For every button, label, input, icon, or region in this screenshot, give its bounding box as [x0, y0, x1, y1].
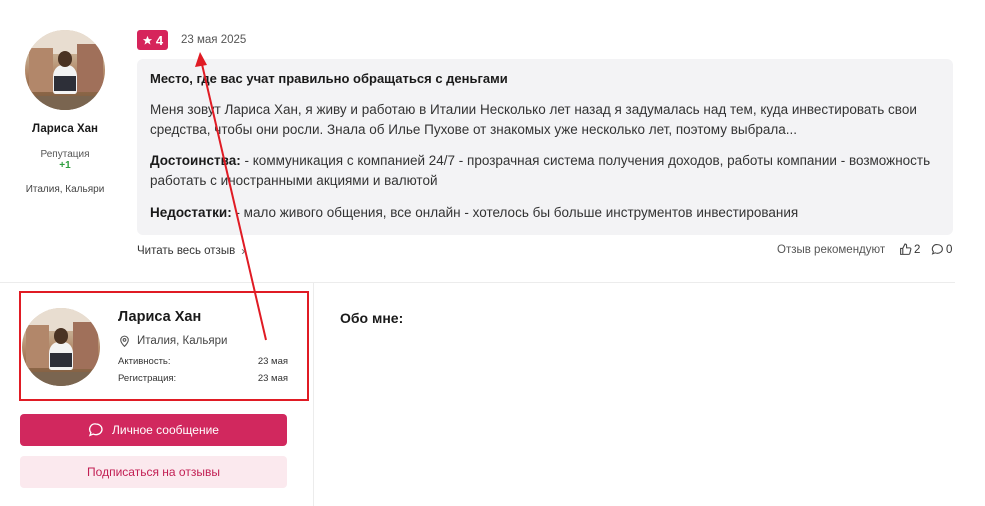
annotation-arrow — [195, 52, 267, 341]
